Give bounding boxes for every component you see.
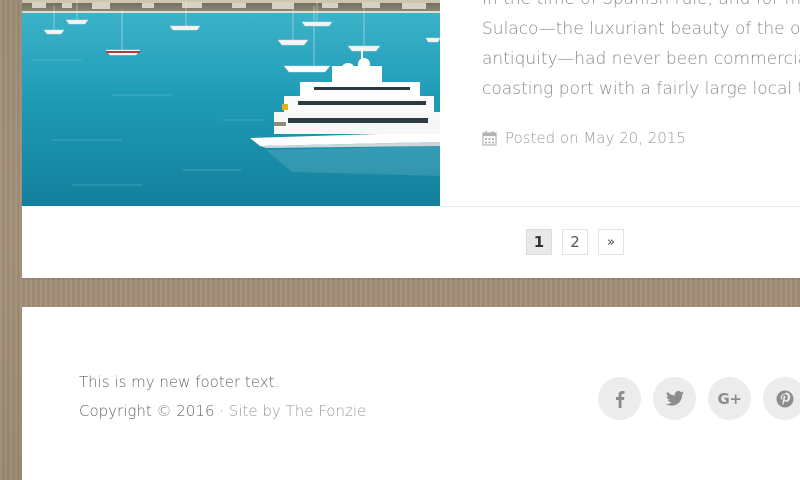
page-1-link[interactable]: 1	[526, 229, 552, 255]
facebook-button[interactable]	[598, 377, 641, 420]
post-card: In the time of Spanish rule, and for ma …	[22, 0, 800, 278]
pinterest-button[interactable]	[763, 377, 800, 420]
excerpt-line: antiquity—had never been commercial	[482, 49, 800, 69]
excerpt-line: In the time of Spanish rule, and for ma	[482, 0, 800, 14]
next-page-link[interactable]: »	[598, 229, 624, 255]
social-links: G+	[598, 377, 800, 420]
post-date-meta: Posted on May 20, 2015	[482, 129, 686, 147]
page-2-link[interactable]: 2	[562, 229, 588, 255]
post-featured-image[interactable]	[22, 0, 440, 206]
footer-text-block: This is my new footer text. Copyright © …	[79, 368, 366, 426]
excerpt-line: Sulaco—the luxuriant beauty of the ora	[482, 19, 800, 39]
divider	[440, 206, 800, 207]
yacht-harbor-image	[22, 0, 440, 206]
calendar-icon	[482, 130, 497, 146]
excerpt-line: coasting port with a fairly large local …	[482, 79, 800, 99]
footer-text: This is my new footer text.	[79, 373, 280, 391]
pinterest-icon	[776, 390, 794, 408]
post-excerpt: In the time of Spanish rule, and for ma …	[482, 0, 800, 114]
copyright-row: Copyright © 2016 · Site by The Fonzie	[79, 397, 366, 426]
site-footer: This is my new footer text. Copyright © …	[22, 307, 800, 480]
copyright-text: Copyright © 2016 ·	[79, 402, 229, 420]
google-plus-button[interactable]: G+	[708, 377, 751, 420]
twitter-button[interactable]	[653, 377, 696, 420]
twitter-icon	[665, 391, 684, 406]
facebook-icon	[615, 390, 625, 408]
site-credit-link[interactable]: Site by The Fonzie	[229, 402, 366, 420]
post-date: Posted on May 20, 2015	[505, 129, 686, 147]
google-plus-icon: G+	[717, 389, 742, 408]
pagination: 1 2 »	[526, 229, 624, 255]
